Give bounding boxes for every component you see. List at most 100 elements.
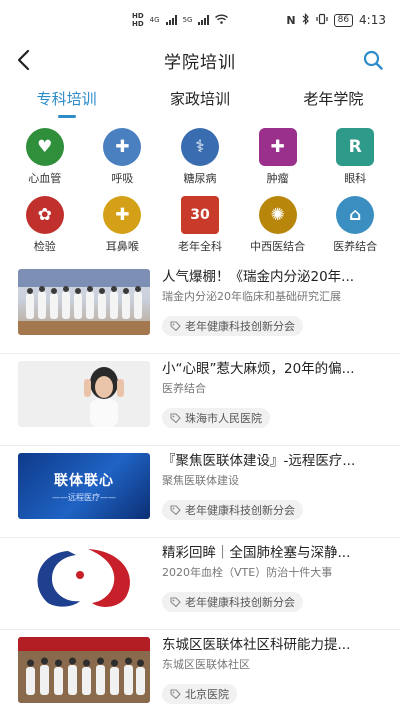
category-label: 眼科	[344, 172, 367, 185]
news-info: 『聚焦医联体建设』-远程医疗... 聚焦医联体建设 老年健康科技创新分会	[162, 452, 382, 537]
tab-specialty-training[interactable]: 专科培训	[0, 84, 133, 120]
news-item[interactable]: 东城区医联体社区科研能力提... 东城区医联体社区 北京医院	[0, 630, 400, 711]
page-title: 学院培训	[164, 52, 236, 73]
source-name: 老年健康科技创新分会	[185, 596, 295, 609]
tab-housekeeping-training[interactable]: 家政培训	[133, 84, 266, 120]
bluetooth-icon	[302, 12, 310, 28]
tab-senior-college[interactable]: 老年学院	[267, 84, 400, 120]
diabetes-icon: ⚕	[180, 128, 219, 166]
battery-indicator: 86	[333, 13, 354, 27]
headache-photo-image	[18, 361, 150, 427]
source-tag: 老年健康科技创新分会	[162, 316, 303, 336]
news-thumbnail	[18, 361, 150, 427]
category-elderly-care[interactable]: ⌂ 医养结合	[316, 196, 394, 254]
news-info: 东城区医联体社区科研能力提... 东城区医联体社区 北京医院	[162, 636, 382, 711]
banner-title: 联体联心	[54, 472, 114, 489]
tag-icon	[170, 504, 181, 515]
back-button[interactable]	[14, 48, 36, 72]
eye-icon: R	[336, 128, 375, 166]
news-subtitle: 东城区医联体社区	[162, 658, 250, 671]
lungs-icon: ✚	[103, 128, 142, 166]
news-thumbnail	[18, 637, 150, 703]
news-title: 人气爆棚！《瑞金内分泌20年...	[162, 269, 355, 285]
news-subtitle: 瑞金内分泌20年临床和基础研究汇展	[162, 290, 341, 303]
signal-icon-2	[198, 15, 210, 25]
category-label: 耳鼻喉	[105, 240, 139, 253]
group-photo-image-2	[18, 637, 150, 703]
news-thumbnail	[18, 269, 150, 335]
category-label: 医养结合	[333, 240, 378, 253]
status-bar: HD HD 4G 5G N 86 4:13	[0, 0, 400, 40]
news-info: 精彩回眸｜全国肺栓塞与深静... 2020年血栓（VTE）防治十件大事 老年健康…	[162, 544, 382, 629]
status-left: HD HD 4G 5G	[132, 12, 229, 28]
category-tcm-western[interactable]: ✺ 中西医结合	[239, 196, 317, 254]
tag-icon	[170, 412, 181, 423]
news-thumbnail	[18, 545, 150, 611]
news-item[interactable]: 人气爆棚！《瑞金内分泌20年... 瑞金内分泌20年临床和基础研究汇展 老年健康…	[0, 262, 400, 354]
source-tag: 老年健康科技创新分会	[162, 592, 303, 612]
vibrate-icon	[315, 13, 328, 28]
news-title: 小“心眼”惹大麻烦，20年的偏...	[162, 361, 355, 377]
specialty-grid: ♥ 心血管 ✚ 呼吸 ⚕ 糖尿病 ✚ 肿瘤 R 眼科 ✿ 检验 ✚ 耳鼻喉 30…	[6, 128, 394, 254]
news-item[interactable]: 小“心眼”惹大麻烦，20年的偏... 医养结合 珠海市人民医院	[0, 354, 400, 446]
network-type-2: 5G	[182, 16, 193, 24]
category-label: 糖尿病	[183, 172, 217, 185]
wifi-icon	[215, 14, 229, 27]
news-thumbnail: 联体联心 ——远程医疗——	[18, 453, 150, 519]
category-label: 老年全科	[177, 240, 222, 253]
header: 学院培训	[0, 40, 400, 80]
news-item[interactable]: 精彩回眸｜全国肺栓塞与深静... 2020年血栓（VTE）防治十件大事 老年健康…	[0, 538, 400, 630]
category-label: 呼吸	[111, 172, 134, 185]
tcm-icon: ✺	[258, 196, 297, 234]
search-icon	[363, 50, 383, 70]
news-subtitle: 医养结合	[162, 382, 206, 395]
search-button[interactable]	[362, 49, 384, 71]
news-title: 精彩回眸｜全国肺栓塞与深静...	[162, 545, 351, 561]
category-label: 检验	[33, 240, 56, 253]
tag-icon	[170, 596, 181, 607]
hd-indicator: HD HD	[132, 12, 144, 28]
news-info: 人气爆棚！《瑞金内分泌20年... 瑞金内分泌20年临床和基础研究汇展 老年健康…	[162, 268, 382, 353]
category-label: 中西医结合	[250, 240, 306, 253]
elderly-care-icon: ⌂	[336, 196, 375, 234]
heart-icon: ♥	[25, 128, 64, 166]
category-respiratory[interactable]: ✚ 呼吸	[84, 128, 162, 186]
hd-top: HD	[132, 12, 144, 20]
pulmonary-logo-image	[18, 545, 150, 611]
network-type-1: 4G	[149, 16, 160, 24]
category-tabs: 专科培训 家政培训 老年学院	[0, 84, 400, 120]
news-subtitle: 2020年血栓（VTE）防治十件大事	[162, 566, 333, 579]
news-subtitle: 聚焦医联体建设	[162, 474, 239, 487]
category-geriatric[interactable]: 30 老年全科	[161, 196, 239, 254]
category-label: 心血管	[28, 172, 62, 185]
source-name: 北京医院	[185, 688, 229, 701]
category-oncology[interactable]: ✚ 肿瘤	[239, 128, 317, 186]
lab-icon: ✿	[25, 196, 64, 234]
source-tag: 老年健康科技创新分会	[162, 500, 303, 520]
news-list: 人气爆棚！《瑞金内分泌20年... 瑞金内分泌20年临床和基础研究汇展 老年健康…	[0, 262, 400, 711]
chevron-left-icon	[17, 49, 30, 71]
news-info: 小“心眼”惹大麻烦，20年的偏... 医养结合 珠海市人民医院	[162, 360, 382, 445]
source-name: 老年健康科技创新分会	[185, 320, 295, 333]
clock: 4:13	[359, 13, 386, 27]
category-cardiovascular[interactable]: ♥ 心血管	[6, 128, 84, 186]
news-item[interactable]: 联体联心 ——远程医疗—— 『聚焦医联体建设』-远程医疗... 聚焦医联体建设 …	[0, 446, 400, 538]
news-title: 东城区医联体社区科研能力提...	[162, 637, 351, 653]
oncology-icon: ✚	[258, 128, 297, 166]
ent-icon: ✚	[103, 196, 142, 234]
banner-subtitle: ——远程医疗——	[52, 492, 116, 502]
signal-icon	[165, 15, 177, 25]
group-photo-image	[18, 269, 150, 335]
category-ent[interactable]: ✚ 耳鼻喉	[84, 196, 162, 254]
source-name: 老年健康科技创新分会	[185, 504, 295, 517]
category-laboratory[interactable]: ✿ 检验	[6, 196, 84, 254]
news-title: 『聚焦医联体建设』-远程医疗...	[162, 453, 356, 469]
geriatric-icon: 30	[180, 196, 219, 234]
hd-bottom: HD	[132, 20, 144, 28]
category-label: 肿瘤	[266, 172, 289, 185]
source-name: 珠海市人民医院	[185, 412, 262, 425]
category-diabetes[interactable]: ⚕ 糖尿病	[161, 128, 239, 186]
category-ophthalmology[interactable]: R 眼科	[316, 128, 394, 186]
source-tag: 珠海市人民医院	[162, 408, 270, 428]
status-right: N 86 4:13	[286, 12, 386, 28]
